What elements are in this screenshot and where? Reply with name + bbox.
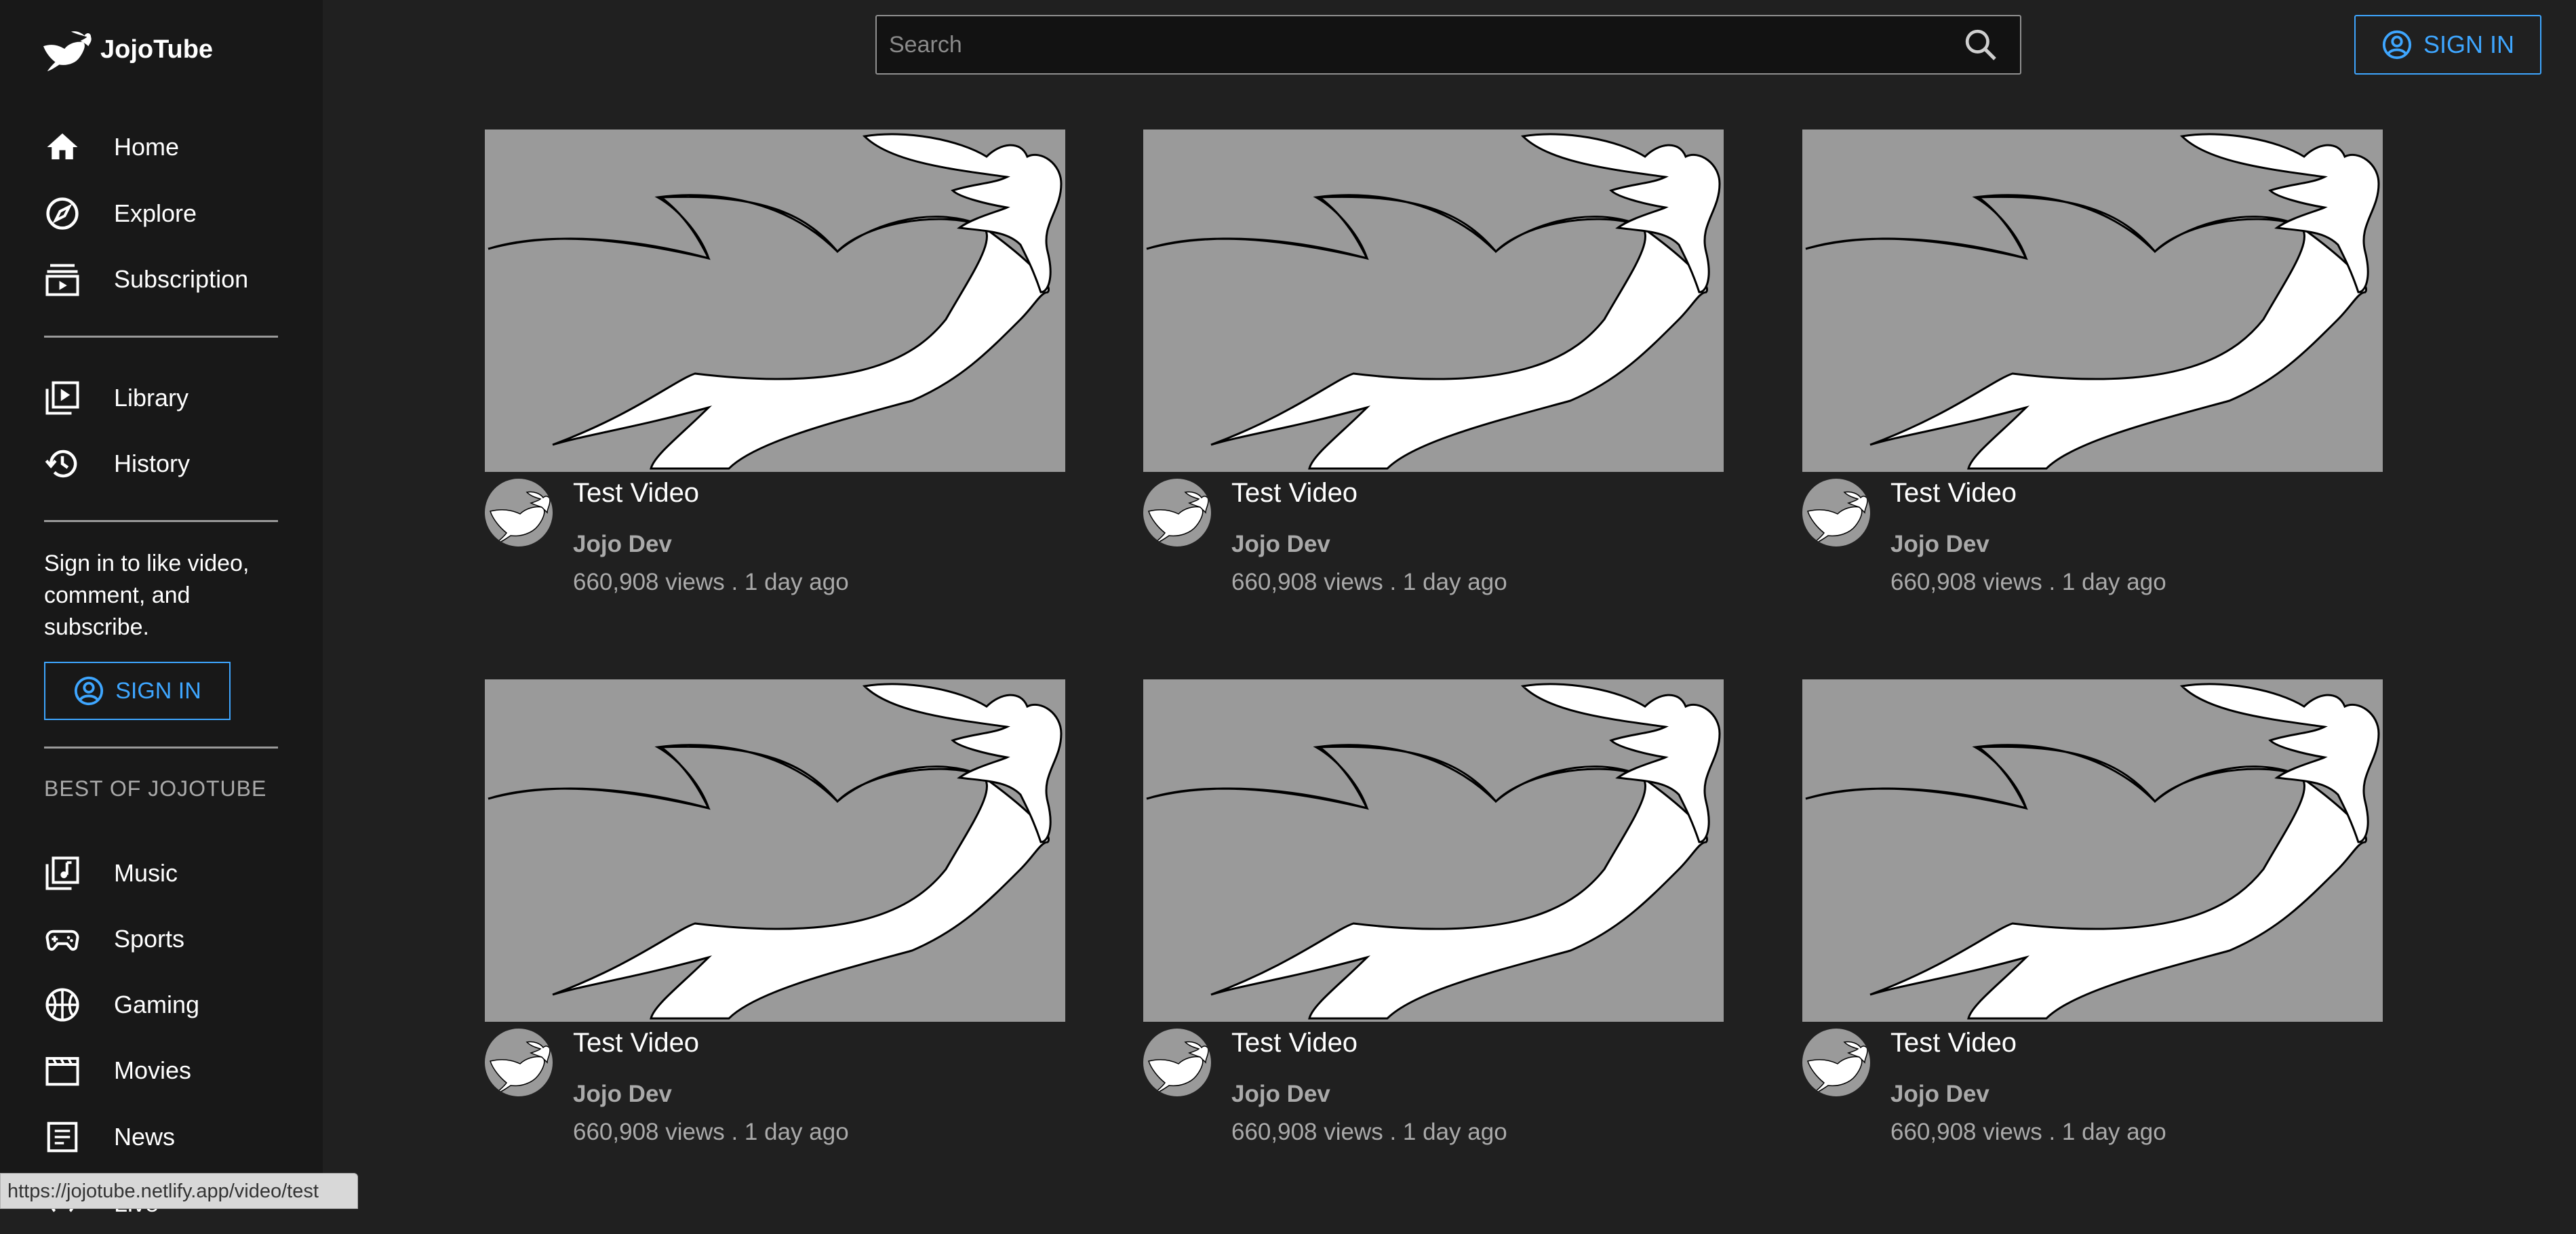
video-card[interactable]: Test Video Jojo Dev 660,908 views . 1 da… (485, 679, 1065, 1145)
search-bar (875, 15, 2021, 75)
link-status-url: https://jojotube.netlify.app/video/test (0, 1173, 358, 1209)
sidebar-item-label: Sports (114, 925, 185, 953)
sidebar-signin-button[interactable]: SIGN IN (44, 662, 231, 720)
channel-avatar[interactable] (1143, 479, 1211, 546)
sidebar-item-gaming[interactable]: Gaming (42, 974, 286, 1035)
sidebar-item-label: Movies (114, 1056, 192, 1084)
video-title[interactable]: Test Video (573, 1028, 699, 1058)
channel-name[interactable]: Jojo Dev (1890, 1081, 1989, 1108)
sidebar-item-label: Gaming (114, 991, 200, 1018)
channel-name[interactable]: Jojo Dev (1890, 531, 1989, 558)
sidebar-item-home[interactable]: Home (42, 117, 286, 178)
sidebar-divider (44, 520, 278, 522)
video-thumbnail[interactable] (1143, 679, 1724, 1022)
video-title[interactable]: Test Video (1890, 478, 2017, 509)
sidebar-item-label: Subscription (114, 265, 249, 293)
sidebar-item-sports[interactable]: Sports (42, 909, 286, 970)
video-meta: 660,908 views . 1 day ago (1890, 1119, 2166, 1145)
video-title[interactable]: Test Video (1890, 1028, 2017, 1058)
video-meta: 660,908 views . 1 day ago (1231, 569, 1507, 595)
video-meta: 660,908 views . 1 day ago (573, 569, 849, 595)
sidebar-item-explore[interactable]: Explore (42, 183, 286, 244)
sidebar-item-movies[interactable]: Movies (42, 1040, 286, 1101)
newspaper-icon (42, 1117, 83, 1157)
signin-label: SIGN IN (2423, 31, 2514, 58)
app-name: JojoTube (100, 35, 214, 64)
video-thumbnail[interactable] (1802, 679, 2383, 1022)
basketball-icon (42, 984, 83, 1025)
video-title[interactable]: Test Video (1231, 478, 1358, 509)
subscriptions-icon (42, 259, 83, 300)
sidebar-item-news[interactable]: News (42, 1107, 286, 1168)
sidebar-divider (44, 747, 278, 749)
clapperboard-icon (42, 1050, 83, 1091)
channel-avatar[interactable] (1143, 1029, 1211, 1096)
video-title[interactable]: Test Video (573, 478, 699, 509)
sidebar-item-label: Explore (114, 199, 197, 227)
gamepad-icon (42, 919, 83, 959)
music-library-icon (42, 853, 83, 894)
signin-label: SIGN IN (115, 677, 201, 704)
video-card[interactable]: Test Video Jojo Dev 660,908 views . 1 da… (1802, 679, 2383, 1145)
sidebar-item-music[interactable]: Music (42, 843, 286, 904)
sidebar: JojoTube Home Explore Subscription Libra… (0, 0, 323, 1217)
sidebar-item-label: History (114, 450, 191, 477)
sidebar-item-label: Music (114, 859, 178, 887)
video-card[interactable]: Test Video Jojo Dev 660,908 views . 1 da… (1802, 130, 2383, 595)
account-circle-icon (2382, 30, 2412, 60)
video-thumbnail[interactable] (485, 130, 1065, 472)
video-meta: 660,908 views . 1 day ago (573, 1119, 849, 1145)
sidebar-item-subscription[interactable]: Subscription (42, 249, 286, 310)
channel-avatar[interactable] (1802, 1029, 1870, 1096)
logo[interactable]: JojoTube (42, 26, 213, 73)
sidebar-divider (44, 336, 278, 338)
video-meta: 660,908 views . 1 day ago (1890, 569, 2166, 595)
channel-avatar[interactable] (1802, 479, 1870, 546)
channel-name[interactable]: Jojo Dev (1231, 531, 1330, 558)
search-input[interactable] (877, 31, 1962, 59)
channel-avatar[interactable] (485, 1029, 553, 1096)
sidebar-item-history[interactable]: History (42, 433, 286, 494)
history-icon (42, 443, 83, 484)
video-card[interactable]: Test Video Jojo Dev 660,908 views . 1 da… (1143, 130, 1724, 595)
video-library-icon (42, 378, 83, 418)
video-title[interactable]: Test Video (1231, 1028, 1358, 1058)
video-card[interactable]: Test Video Jojo Dev 660,908 views . 1 da… (1143, 679, 1724, 1145)
video-thumbnail[interactable] (1143, 130, 1724, 472)
video-card[interactable]: Test Video Jojo Dev 660,908 views . 1 da… (485, 130, 1065, 595)
header-signin-button[interactable]: SIGN IN (2354, 15, 2541, 75)
home-icon (42, 127, 83, 167)
channel-avatar[interactable] (485, 479, 553, 546)
compass-icon (42, 193, 83, 234)
channel-name[interactable]: Jojo Dev (573, 531, 672, 558)
video-thumbnail[interactable] (485, 679, 1065, 1022)
jojotube-logo-icon (43, 31, 92, 72)
signin-prompt: Sign in to like video, comment, and subs… (44, 551, 250, 640)
channel-name[interactable]: Jojo Dev (1231, 1081, 1330, 1108)
best-of-heading: BEST OF JOJOTUBE (44, 776, 267, 801)
video-meta: 660,908 views . 1 day ago (1231, 1119, 1507, 1145)
sidebar-item-library[interactable]: Library (42, 367, 286, 429)
sidebar-item-label: Home (114, 133, 180, 161)
sidebar-item-label: Library (114, 384, 189, 412)
video-thumbnail[interactable] (1802, 130, 2383, 472)
search-icon[interactable] (1962, 26, 2000, 64)
channel-name[interactable]: Jojo Dev (573, 1081, 672, 1108)
sidebar-item-label: News (114, 1123, 176, 1151)
account-circle-icon (75, 676, 104, 706)
